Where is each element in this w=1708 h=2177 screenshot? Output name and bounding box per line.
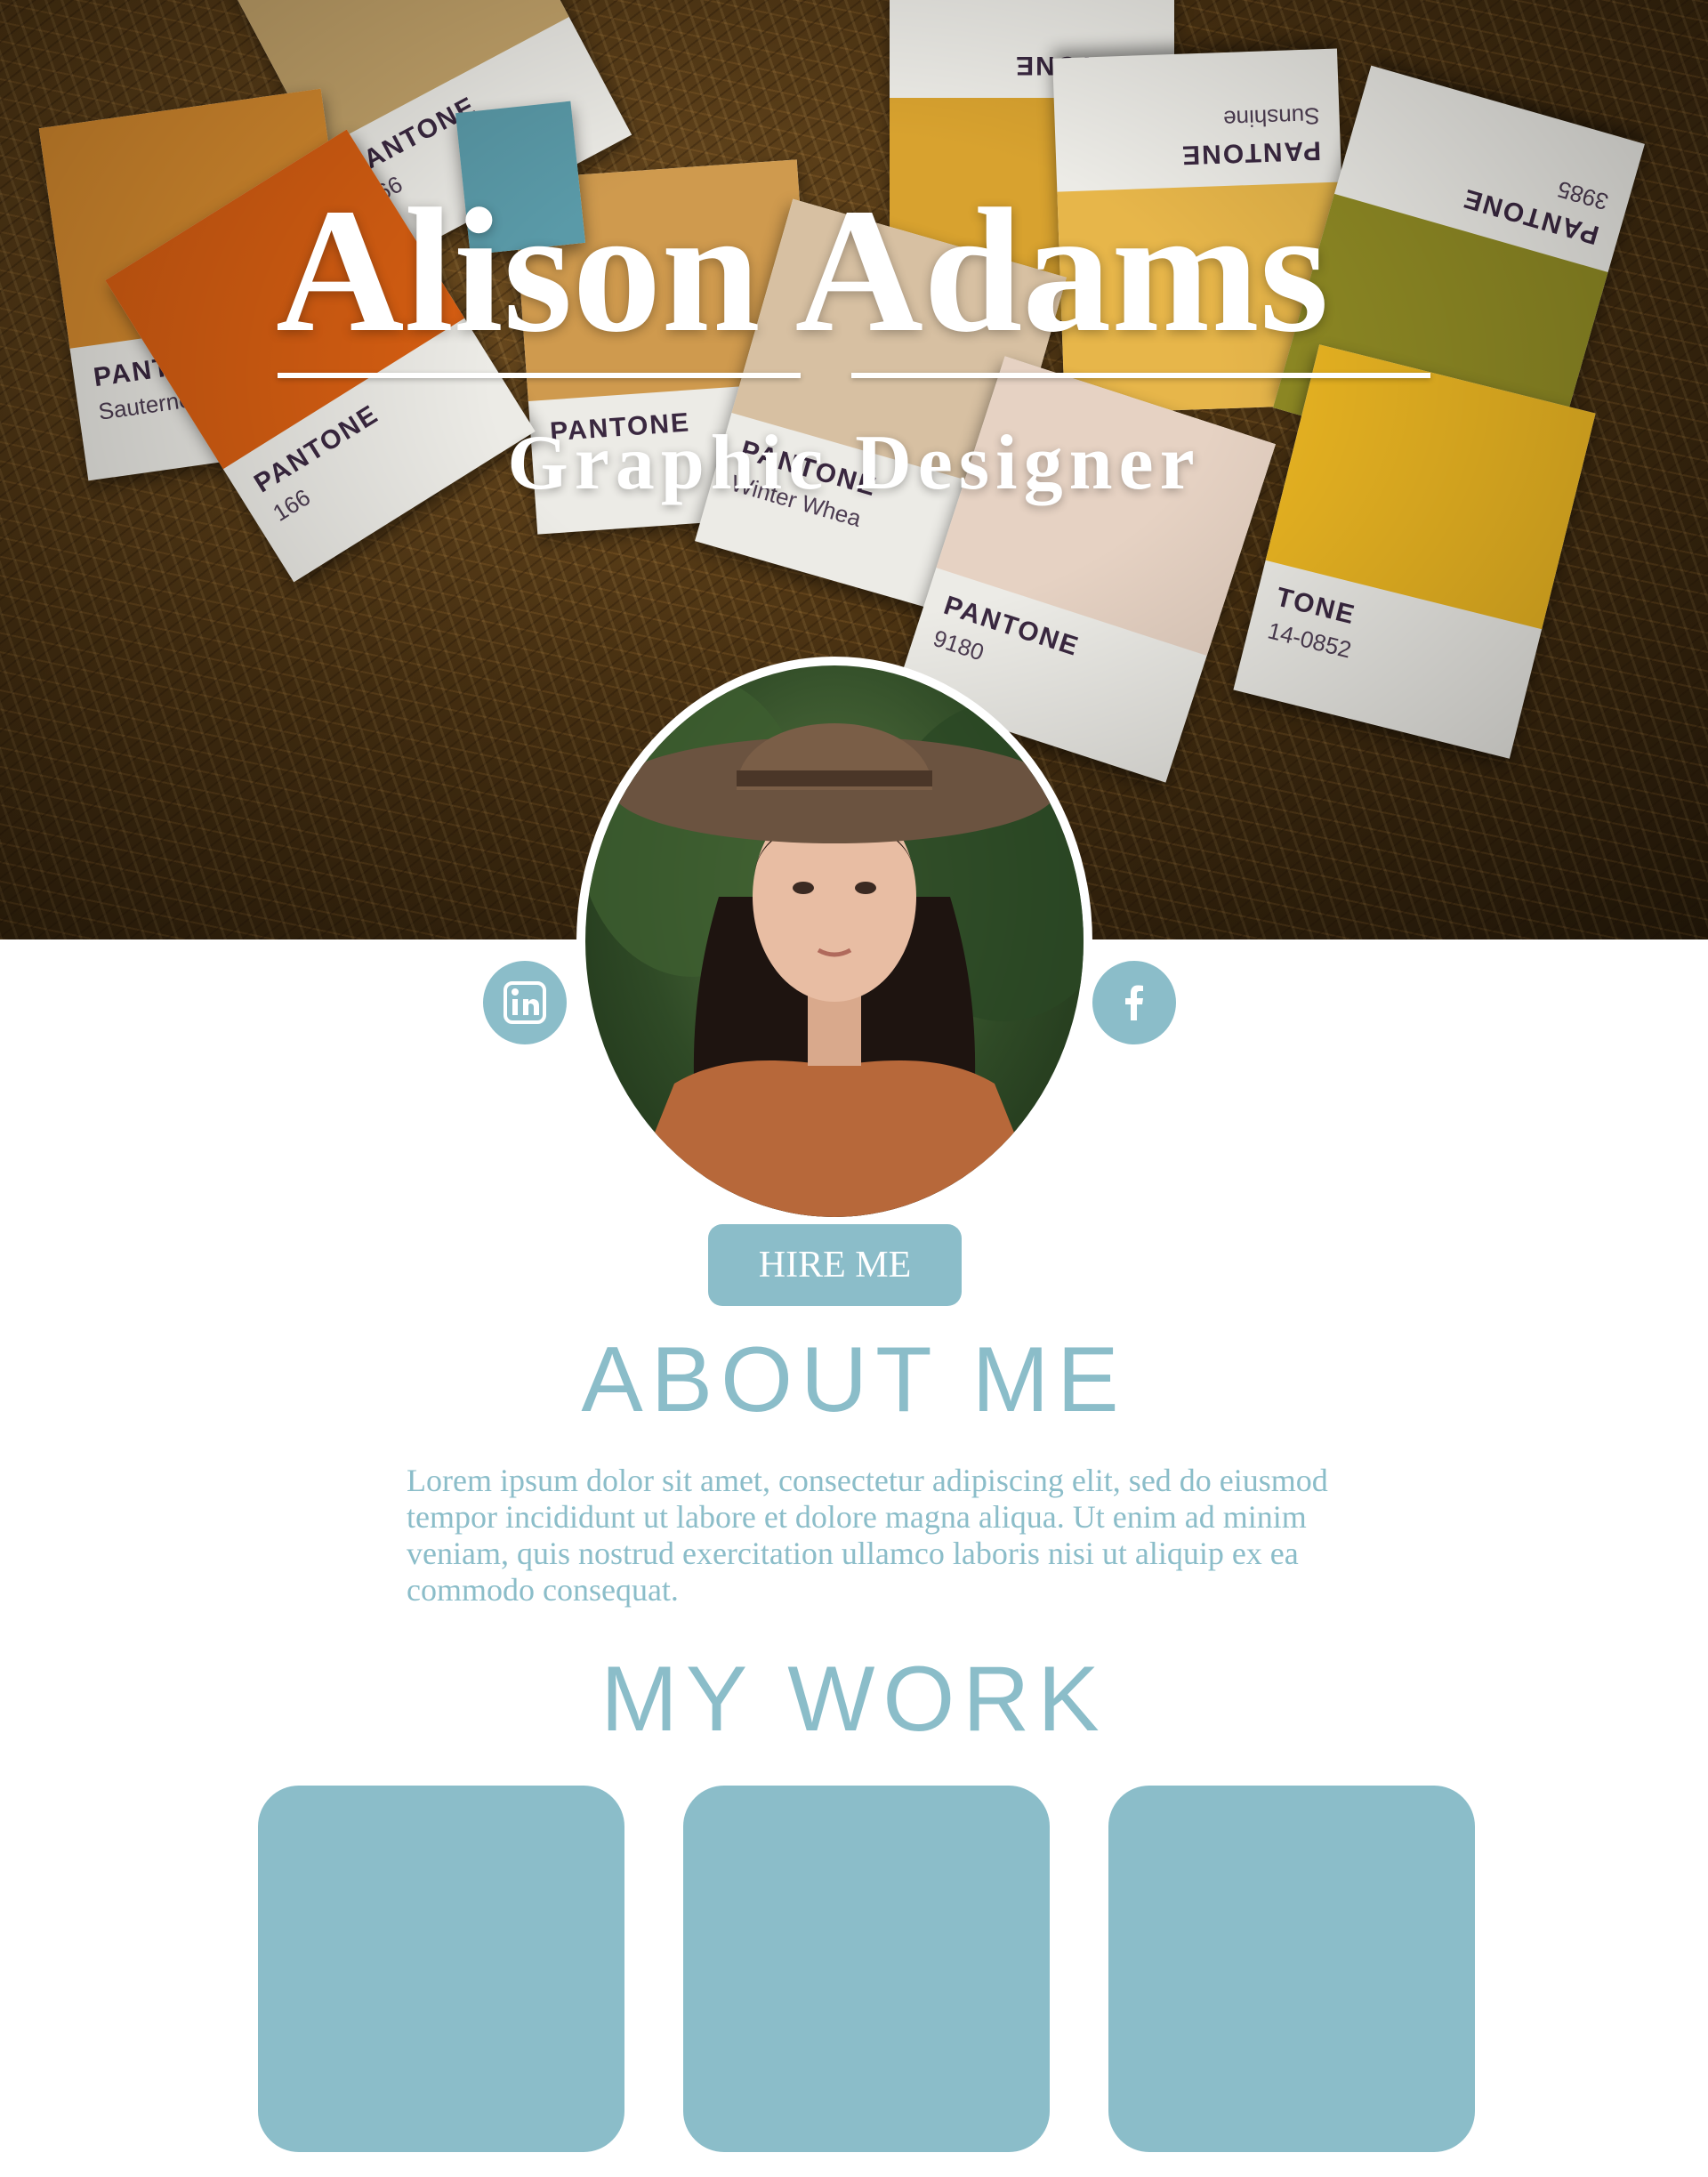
hero-job-title: Graphic Designer [507, 420, 1201, 506]
title-underline-left [278, 373, 801, 378]
facebook-icon [1125, 985, 1143, 1020]
linkedin-icon [504, 981, 546, 1024]
work-heading: MY WORK [600, 1648, 1108, 1751]
work-tile-3[interactable] [1108, 1786, 1475, 2152]
profile-photo [585, 665, 1084, 1217]
hire-me-button[interactable]: HIRE ME [708, 1224, 962, 1306]
portrait-illustration [585, 674, 1084, 1217]
hero-name: Alison Adams [276, 173, 1329, 369]
about-heading: ABOUT ME [581, 1328, 1127, 1431]
title-underline-right [851, 373, 1430, 378]
work-tile-2[interactable] [683, 1786, 1050, 2152]
work-tile-1[interactable] [258, 1786, 624, 2152]
facebook-button[interactable] [1092, 961, 1176, 1044]
linkedin-button[interactable] [483, 961, 567, 1044]
about-text: Lorem ipsum dolor sit amet, consectetur … [407, 1463, 1328, 1608]
